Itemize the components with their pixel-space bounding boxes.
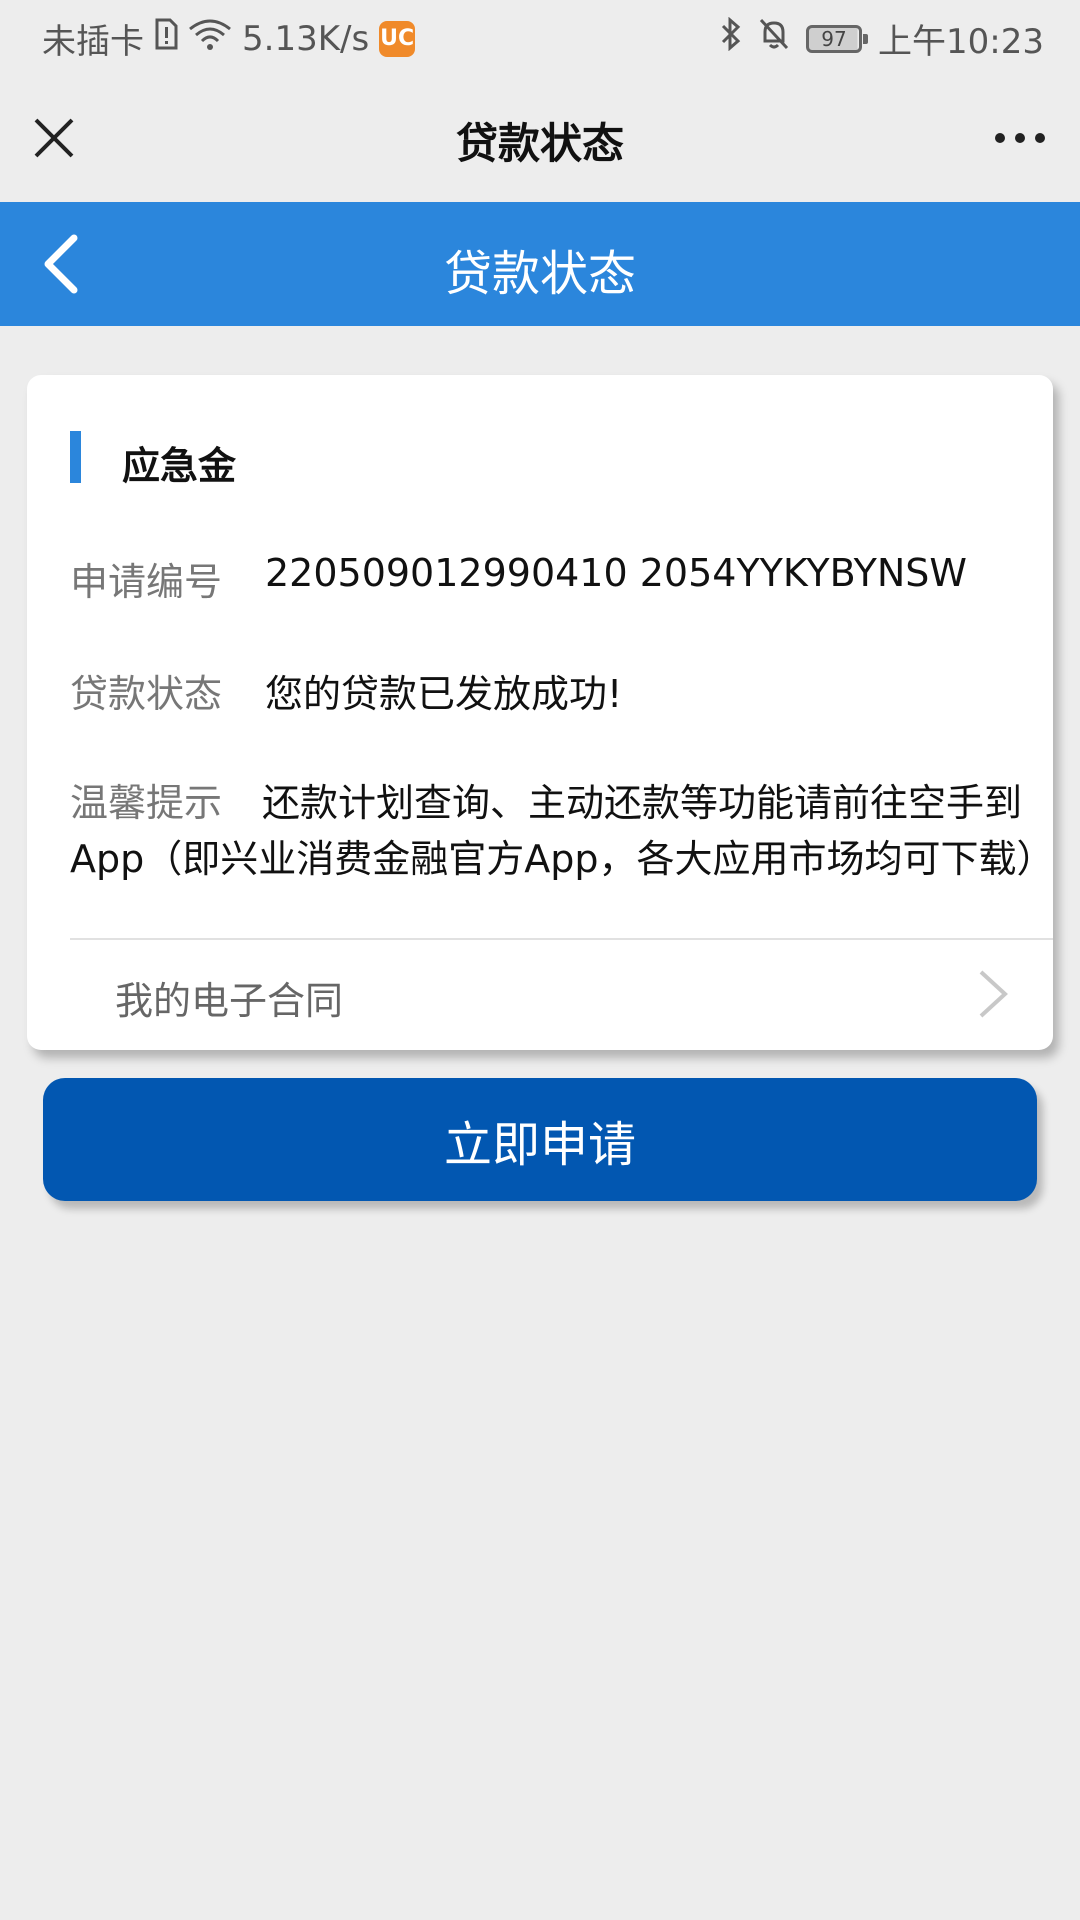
- subheader-title: 贷款状态: [443, 246, 636, 302]
- wifi-icon: [188, 17, 232, 60]
- network-speed: 5.13K/s: [242, 18, 370, 59]
- card-title: 应急金: [122, 444, 237, 488]
- status-bar: 未插卡 5.13K/s UC 97 上午10:23: [0, 0, 1080, 76]
- app-header: 贷款状态: [0, 76, 1080, 202]
- battery-level: 97: [821, 26, 847, 51]
- more-button[interactable]: [988, 116, 1052, 160]
- loan-status-label: 贷款状态: [70, 672, 223, 716]
- status-left: 未插卡 5.13K/s UC: [42, 14, 416, 63]
- more-icon: [995, 133, 1045, 143]
- clock: 上午10:23: [878, 22, 1044, 62]
- carrier-text: 未插卡: [42, 22, 144, 62]
- status-right: 97 上午10:23: [720, 14, 1044, 63]
- page-title: 贷款状态: [455, 119, 624, 168]
- tip-label: 温馨提示: [70, 781, 223, 825]
- tip-block: 温馨提示 还款计划查询、主动还款等功能请前往空手到App（即兴业消费金融官方App…: [70, 775, 1054, 887]
- loan-status-card: 应急金 申请编号 220509012990410 2054YYKYBYNSW 贷…: [27, 375, 1054, 1050]
- apply-now-button[interactable]: 立即申请: [43, 1078, 1037, 1201]
- bell-off-icon: [758, 17, 790, 60]
- sim-alert-icon: [154, 18, 178, 59]
- electronic-contract-row[interactable]: 我的电子合同: [27, 940, 1053, 1048]
- application-number-label: 申请编号: [70, 560, 223, 604]
- electronic-contract-label: 我的电子合同: [115, 979, 344, 1023]
- title-accent-mark: [70, 431, 81, 483]
- bluetooth-icon: [720, 16, 742, 60]
- battery-icon: 97: [806, 24, 869, 53]
- uc-browser-icon: UC: [379, 20, 416, 57]
- loan-status-value: 您的贷款已发放成功!: [265, 672, 623, 716]
- subheader-bar: 贷款状态: [0, 202, 1080, 326]
- chevron-right-icon: [979, 970, 1008, 1018]
- application-number-value: 220509012990410 2054YYKYBYNSW: [265, 551, 967, 595]
